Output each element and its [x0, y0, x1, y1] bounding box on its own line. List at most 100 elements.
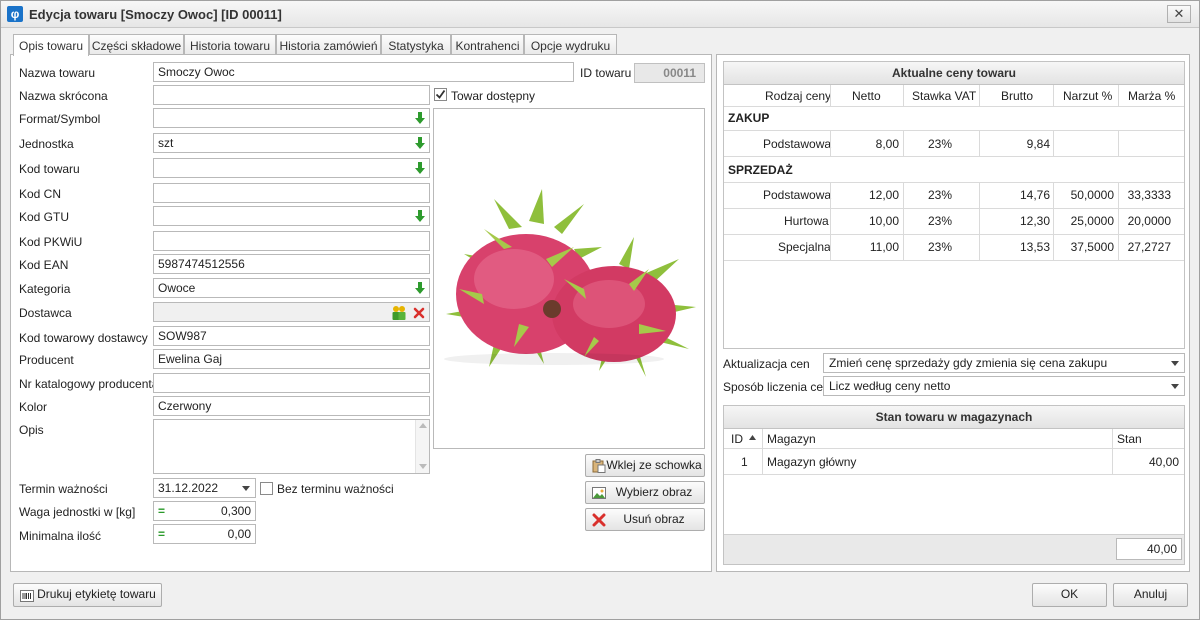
- sprzedaz-narzut: 25,0000: [1070, 214, 1114, 228]
- towar-dostepny-checkbox[interactable]: [434, 88, 447, 101]
- col-rodzaj-ceny[interactable]: Rodzaj ceny: [765, 89, 831, 103]
- kod-cn-input[interactable]: [153, 183, 430, 203]
- tab-historia-towaru[interactable]: Historia towaru: [184, 34, 276, 55]
- sprzedaz-marza: 33,3333: [1127, 188, 1171, 202]
- ok-button[interactable]: OK: [1032, 583, 1107, 607]
- nazwa-towaru-input[interactable]: Smoczy Owoc: [153, 62, 574, 82]
- col-id[interactable]: ID: [731, 432, 743, 446]
- zakup-netto: 8,00: [875, 137, 899, 151]
- picture-icon: [592, 487, 606, 499]
- tab-kontrahenci[interactable]: Kontrahenci: [451, 34, 524, 55]
- product-edit-window: φ Edycja towaru [Smoczy Owoc] [ID 00011]…: [0, 0, 1200, 620]
- title-bar: φ Edycja towaru [Smoczy Owoc] [ID 00011]…: [1, 1, 1199, 28]
- tab-opis-towaru[interactable]: Opis towaru: [13, 34, 89, 56]
- paste-from-clipboard-button[interactable]: Wklej ze schowka: [585, 454, 705, 477]
- col-narzut[interactable]: Narzut %: [1063, 89, 1112, 103]
- tab-czesci-skladowe[interactable]: Części składowe: [89, 34, 184, 55]
- sprzedaz-rodzaj: Hurtowa: [784, 214, 829, 228]
- scroll-down-icon[interactable]: [419, 464, 427, 469]
- green-arrow-down-icon: [415, 282, 425, 294]
- col-brutto[interactable]: Brutto: [1001, 89, 1033, 103]
- nr-katalogowy-input[interactable]: [153, 373, 430, 393]
- sposob-value: Licz według ceny netto: [829, 379, 951, 393]
- print-label-text: Drukuj etykietę towaru: [37, 587, 156, 601]
- kod-ean-input[interactable]: 5987474512556: [153, 254, 430, 274]
- sprzedaz-marza: 20,0000: [1127, 214, 1171, 228]
- bez-terminu-label: Bez terminu ważności: [277, 482, 394, 496]
- label-sposob-liczenia: Sposób liczenia cen: [723, 380, 830, 394]
- kod-towaru-select[interactable]: [153, 158, 430, 178]
- choose-supplier-icon[interactable]: [391, 305, 407, 320]
- remove-image-button[interactable]: Usuń obraz: [585, 508, 705, 531]
- clear-supplier-icon[interactable]: [413, 307, 425, 319]
- label-format-symbol: Format/Symbol: [19, 112, 101, 126]
- product-image-box[interactable]: [433, 108, 705, 449]
- cancel-button[interactable]: Anuluj: [1113, 583, 1188, 607]
- kategoria-select[interactable]: Owoce: [153, 278, 430, 298]
- dropdown-arrow-icon[interactable]: [242, 486, 250, 491]
- sprzedaz-brutto: 14,76: [1019, 188, 1050, 202]
- sprzedaz-netto: 12,00: [868, 188, 899, 202]
- col-magazyn[interactable]: Magazyn: [767, 432, 816, 446]
- sposob-liczenia-select[interactable]: Licz według ceny netto: [823, 376, 1185, 396]
- green-arrow-down-icon: [415, 162, 425, 174]
- kolor-input[interactable]: Czerwony: [153, 396, 430, 416]
- choose-image-button[interactable]: Wybierz obraz: [585, 481, 705, 504]
- aktualizacja-cen-select[interactable]: Zmień cenę sprzedaży gdy zmienia się cen…: [823, 353, 1185, 373]
- jednostka-value: szt: [158, 136, 174, 150]
- label-dostawca: Dostawca: [19, 306, 72, 320]
- label-kategoria: Kategoria: [19, 282, 71, 296]
- termin-waznosci-datepicker[interactable]: 31.12.2022: [153, 478, 256, 498]
- label-nazwa-skrocona: Nazwa skrócona: [19, 89, 108, 103]
- label-nr-katalogowy: Nr katalogowy producenta: [19, 377, 159, 391]
- label-kod-ean: Kod EAN: [19, 258, 69, 272]
- col-netto[interactable]: Netto: [852, 89, 881, 103]
- col-stawka-vat[interactable]: Stawka VAT: [912, 89, 976, 103]
- sprzedaz-rodzaj: Specjalna: [778, 240, 831, 254]
- tab-opcje-wydruku[interactable]: Opcje wydruku: [524, 34, 617, 55]
- waga-input[interactable]: = 0,300: [153, 501, 256, 521]
- label-nazwa-towaru: Nazwa towaru: [19, 66, 96, 80]
- format-symbol-select[interactable]: [153, 108, 430, 128]
- print-label-button[interactable]: Drukuj etykietę towaru: [13, 583, 162, 607]
- opis-textarea[interactable]: [153, 419, 430, 474]
- kod-pkwiu-input[interactable]: [153, 231, 430, 251]
- label-kolor: Kolor: [19, 400, 48, 414]
- stock-footer: [724, 534, 1184, 564]
- dostawca-field[interactable]: [153, 302, 430, 322]
- sprzedaz-narzut: 50,0000: [1070, 188, 1114, 202]
- aktualizacja-value: Zmień cenę sprzedaży gdy zmienia się cen…: [829, 356, 1108, 370]
- calculator-equals-icon: =: [158, 527, 166, 541]
- col-stan[interactable]: Stan: [1117, 432, 1142, 446]
- opis-scrollbar[interactable]: [415, 420, 429, 473]
- green-arrow-down-icon: [415, 210, 425, 222]
- bez-terminu-checkbox[interactable]: [260, 482, 273, 495]
- dropdown-arrow-icon: [1171, 384, 1179, 389]
- tab-statystyka[interactable]: Statystyka: [381, 34, 451, 55]
- label-kod-cn: Kod CN: [19, 187, 62, 201]
- towar-dostepny-label: Towar dostępny: [451, 89, 536, 103]
- tab-historia-zamowien[interactable]: Historia zamówień: [276, 34, 381, 55]
- sprzedaz-narzut: 37,5000: [1070, 240, 1114, 254]
- producent-input[interactable]: Ewelina Gaj: [153, 349, 430, 369]
- stock-id: 1: [741, 455, 748, 469]
- minimalna-ilosc-input[interactable]: = 0,00: [153, 524, 256, 544]
- group-zakup: ZAKUP: [728, 111, 770, 125]
- kod-dostawcy-input[interactable]: SOW987: [153, 326, 430, 346]
- label-termin-waznosci: Termin ważności: [19, 482, 108, 496]
- nazwa-skrocona-input[interactable]: [153, 85, 430, 105]
- label-kod-gtu: Kod GTU: [19, 210, 70, 224]
- paste-label: Wklej ze schowka: [606, 458, 702, 472]
- sprzedaz-vat: 23%: [928, 188, 953, 202]
- label-jednostka: Jednostka: [19, 137, 74, 151]
- waga-value: 0,300: [220, 504, 251, 518]
- kod-gtu-select[interactable]: [153, 206, 430, 226]
- close-button[interactable]: ✕: [1167, 5, 1191, 23]
- label-opis: Opis: [19, 423, 44, 437]
- sprzedaz-rodzaj: Podstawowa: [763, 188, 832, 202]
- sprzedaz-marza: 27,2727: [1127, 240, 1171, 254]
- col-marza[interactable]: Marża %: [1128, 89, 1175, 103]
- scroll-up-icon[interactable]: [419, 423, 427, 428]
- stock-stan: 40,00: [1148, 455, 1179, 469]
- jednostka-select[interactable]: szt: [153, 133, 430, 153]
